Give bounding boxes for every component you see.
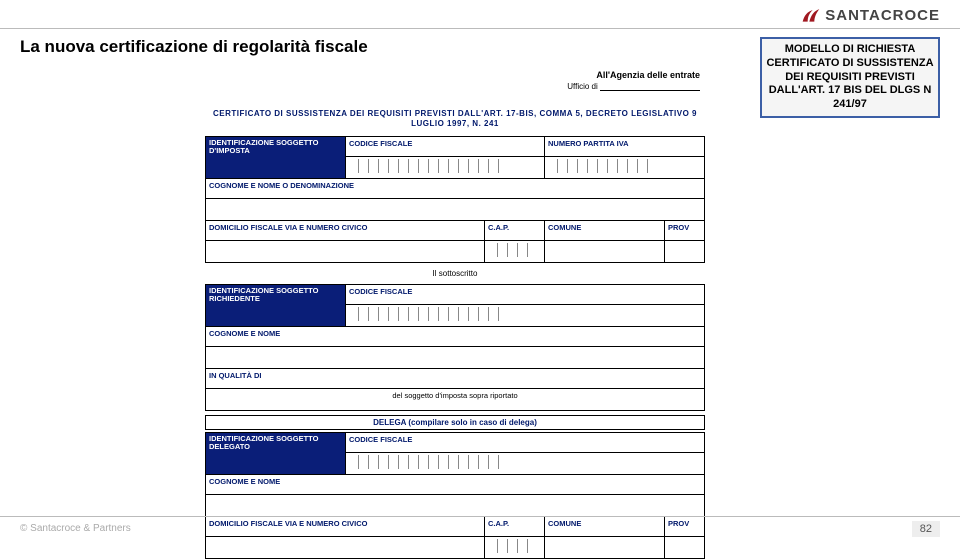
brand-name: SANTACROCE xyxy=(825,7,940,24)
qualita-suffix: del soggetto d'imposta sopra riportato xyxy=(392,391,517,400)
recipient-line: All'Agenzia delle entrate xyxy=(180,70,730,80)
title-row: La nuova certificazione di regolarità fi… xyxy=(20,37,740,57)
label-dom1: DOMICILIO FISCALE VIA E NUMERO CIVICO xyxy=(206,220,485,240)
label-prov1: PROV xyxy=(665,220,705,240)
cf3-boxes xyxy=(346,452,705,474)
label-cap1: C.A.P. xyxy=(485,220,545,240)
label-cf3: CODICE FISCALE xyxy=(346,432,705,452)
certificate-heading: CERTIFICATO DI SUSSISTENZA DEI REQUISITI… xyxy=(205,109,705,130)
label-nome3: COGNOME E NOME xyxy=(206,474,705,494)
leaf-icon xyxy=(801,6,821,24)
certificate-form: All'Agenzia delle entrate Ufficio di CER… xyxy=(180,60,730,500)
nome1-field xyxy=(206,198,705,220)
label-cf2: CODICE FISCALE xyxy=(346,284,705,304)
ufficio-blank xyxy=(600,90,700,91)
page-number: 82 xyxy=(912,521,940,537)
label-comune1: COMUNE xyxy=(545,220,665,240)
ufficio-label: Ufficio di xyxy=(567,82,598,91)
footer: © Santacroce & Partners 82 xyxy=(0,516,960,540)
block2-label: IDENTIFICAZIONE SOGGETTO RICHIEDENTE xyxy=(206,284,346,326)
header: SANTACROCE xyxy=(0,0,960,29)
label-qualita: IN QUALITÀ DI xyxy=(206,368,705,388)
nome2-field xyxy=(206,346,705,368)
prov1-field xyxy=(665,240,705,262)
block1-label: IDENTIFICAZIONE SOGGETTO D'IMPOSTA xyxy=(206,136,346,178)
cap1-boxes xyxy=(485,240,545,262)
cf2-boxes xyxy=(346,304,705,326)
comune1-field xyxy=(545,240,665,262)
block3-label: IDENTIFICAZIONE SOGGETTO DELEGATO xyxy=(206,432,346,474)
cf-boxes xyxy=(346,156,545,178)
label-nome1: COGNOME E NOME O DENOMINAZIONE xyxy=(206,178,705,198)
nome3-field xyxy=(206,494,705,516)
copyright: © Santacroce & Partners xyxy=(20,523,131,534)
block-soggetto-imposta: IDENTIFICAZIONE SOGGETTO D'IMPOSTA CODIC… xyxy=(205,136,705,263)
brand-logo: SANTACROCE xyxy=(801,6,940,24)
piva-boxes xyxy=(545,156,705,178)
label-piva: NUMERO PARTITA IVA xyxy=(545,136,705,156)
ufficio-line: Ufficio di xyxy=(180,82,730,91)
sottoscritto-line: Il sottoscritto xyxy=(180,269,730,278)
label-nome2: COGNOME E NOME xyxy=(206,326,705,346)
delega-heading: DELEGA (compilare solo in caso di delega… xyxy=(205,415,705,430)
label-cf: CODICE FISCALE xyxy=(346,136,545,156)
block-richiedente: IDENTIFICAZIONE SOGGETTO RICHIEDENTE COD… xyxy=(205,284,705,411)
page-title: La nuova certificazione di regolarità fi… xyxy=(20,37,740,57)
callout-box: MODELLO DI RICHIESTA CERTIFICATO DI SUSS… xyxy=(760,37,940,118)
qualita-field: del soggetto d'imposta sopra riportato xyxy=(206,388,705,410)
dom1-field xyxy=(206,240,485,262)
